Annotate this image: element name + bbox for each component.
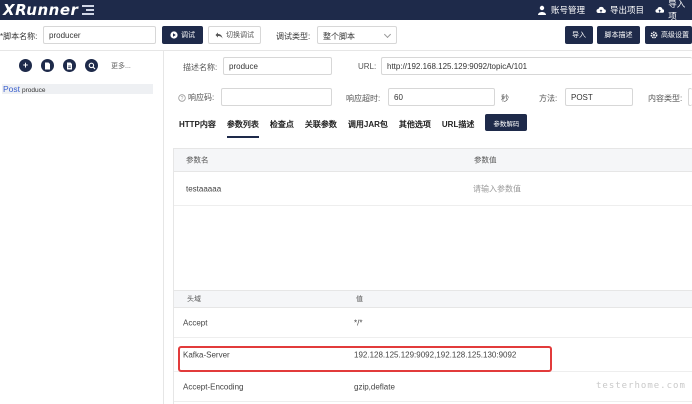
params-col-value: 参数值 — [474, 155, 497, 165]
tab-url-desc[interactable]: URL描述 — [442, 119, 474, 136]
play-circle-icon — [170, 31, 178, 39]
svg-text:?: ? — [181, 95, 184, 101]
gear-icon — [650, 31, 658, 39]
url-label: URL: — [358, 62, 377, 71]
tree-item-produce[interactable]: Post produce — [2, 84, 153, 94]
app-logo: XRunner — [3, 1, 79, 19]
script-desc-button-label: 脚本描述 — [604, 32, 633, 39]
request-tabs: HTTP内容 参数列表 检查点 关联参数 调用JAR包 其他选项 URL描述 参… — [179, 114, 528, 141]
switch-debug-button[interactable]: 切换调试 — [208, 26, 261, 44]
tab-params[interactable]: 参数列表 — [226, 119, 259, 138]
table-row[interactable]: testaaaaa 请输入参数值 — [174, 172, 692, 206]
advanced-settings-button[interactable]: 高级设置 — [645, 26, 692, 44]
resp-code-label: 响应码: — [188, 93, 215, 102]
nav-import[interactable]: 导入项 — [655, 0, 692, 21]
search-icon — [88, 62, 95, 69]
help-circle-icon[interactable]: ? — [178, 93, 186, 102]
top-navbar: XRunner 账号管理 导出项目 导入项 — [0, 0, 692, 21]
nav-export[interactable]: 导出项目 — [596, 0, 644, 20]
debug-type-value: 整个脚本 — [323, 32, 355, 41]
new-file-button[interactable] — [41, 59, 54, 72]
plus-icon: + — [22, 60, 29, 70]
header-value-cell[interactable]: gzip,deflate — [354, 382, 395, 391]
debug-button[interactable]: 调试 — [162, 26, 203, 44]
resp-code-input[interactable] — [221, 88, 332, 106]
tree-item-method: Post — [3, 84, 21, 94]
script-desc-button[interactable]: 脚本描述 — [597, 26, 640, 44]
tab-other-options[interactable]: 其他选项 — [399, 119, 431, 136]
script-toolbar: *脚本名称: producer 调试 切换调试 调试类型: 整个脚本 导入 脚本… — [0, 20, 692, 51]
menu-toggle-icon[interactable] — [82, 4, 94, 16]
params-table: 参数名 参数值 testaaaaa 请输入参数值 — [173, 148, 692, 306]
header-name-cell[interactable]: Accept — [183, 318, 207, 327]
debug-type-label: 调试类型: — [276, 32, 311, 41]
params-table-header: 参数名 参数值 — [174, 148, 692, 172]
desc-input[interactable]: produce — [223, 57, 332, 75]
timeout-label: 响应超时: — [346, 94, 381, 103]
import-button-label: 导入 — [572, 32, 586, 39]
import-button[interactable]: 导入 — [565, 26, 593, 44]
tab-call-jar[interactable]: 调用JAR包 — [348, 119, 388, 136]
tab-checkpoints[interactable]: 检查点 — [270, 119, 294, 136]
cloud-upload-icon — [596, 6, 606, 13]
headers-table-header: 头域 值 — [174, 290, 692, 308]
copy-file-button[interactable] — [63, 59, 76, 72]
nav-account-label: 账号管理 — [551, 5, 586, 15]
advanced-settings-label: 高级设置 — [661, 32, 689, 39]
content-type-input[interactable] — [688, 88, 692, 106]
tab-http-content[interactable]: HTTP内容 — [179, 119, 216, 136]
nav-export-label: 导出项目 — [610, 5, 645, 15]
headers-col-name: 头域 — [187, 296, 201, 303]
more-link[interactable]: 更多... — [111, 61, 131, 71]
switch-debug-label: 切换调试 — [226, 32, 254, 39]
user-icon — [538, 5, 546, 15]
debug-type-select[interactable]: 整个脚本 — [317, 26, 397, 44]
content-type-label: 内容类型: — [648, 94, 683, 103]
tree-item-name: produce — [22, 87, 46, 94]
timeout-unit: 秒 — [501, 94, 509, 103]
params-col-name: 参数名 — [186, 155, 209, 165]
tab-related-params[interactable]: 关联参数 — [305, 119, 337, 136]
cloud-upload-icon — [655, 7, 665, 13]
file-icon — [45, 62, 50, 69]
add-node-button[interactable]: + — [19, 59, 32, 72]
script-tree-sidebar: + 更多... Post produce — [0, 51, 164, 404]
method-label: 方法: — [539, 94, 558, 103]
watermark: testerhome.com — [596, 381, 686, 391]
search-button[interactable] — [85, 59, 98, 72]
debug-button-label: 调试 — [181, 32, 195, 39]
copy-icon — [67, 62, 72, 69]
highlight-box — [178, 346, 552, 372]
nav-account[interactable]: 账号管理 — [537, 0, 585, 20]
nav-import-label: 导入项 — [668, 0, 686, 21]
method-input[interactable]: POST — [565, 88, 633, 106]
resp-code-label-group: ? 响应码: — [178, 92, 214, 103]
param-value-cell[interactable]: 请输入参数值 — [473, 183, 521, 194]
script-name-input[interactable]: producer — [43, 26, 156, 44]
param-name-cell[interactable]: testaaaaa — [186, 184, 221, 193]
header-value-cell[interactable]: */* — [354, 318, 362, 327]
param-decode-button[interactable]: 参数解码 — [485, 114, 528, 131]
url-input[interactable]: http://192.168.125.129:9092/topicA/101 — [381, 57, 692, 75]
timeout-input[interactable]: 60 — [388, 88, 495, 106]
table-row[interactable]: Accept */* — [174, 308, 692, 338]
chevron-down-icon — [383, 30, 392, 39]
request-editor: 描述名称: produce URL: http://192.168.125.12… — [165, 51, 692, 404]
desc-label: 描述名称: — [183, 63, 218, 72]
headers-col-value: 值 — [356, 296, 363, 303]
reply-arrow-icon — [215, 32, 223, 38]
header-name-cell[interactable]: Accept-Encoding — [183, 382, 243, 391]
script-name-label: *脚本名称: — [0, 32, 38, 41]
